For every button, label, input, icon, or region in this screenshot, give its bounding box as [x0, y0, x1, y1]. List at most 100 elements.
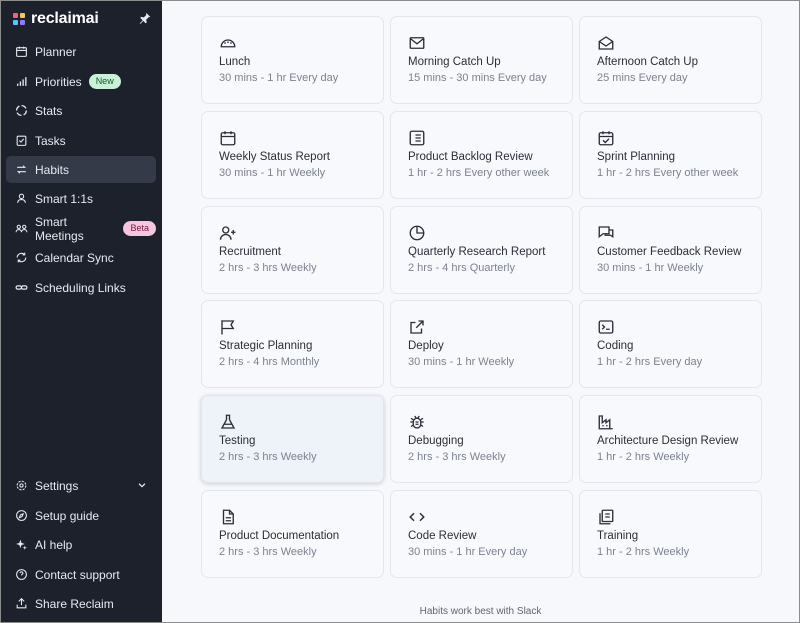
help-circle-icon: [15, 568, 28, 581]
document-icon: [219, 508, 237, 526]
repeat-icon: [15, 163, 28, 176]
habit-templates-grid: Lunch 30 mins - 1 hr Every day Morning C…: [162, 1, 799, 622]
pie-chart-icon: [408, 224, 426, 242]
link-icon: [15, 281, 28, 294]
beta-badge: Beta: [123, 221, 156, 236]
habit-card-deploy[interactable]: Deploy 30 mins - 1 hr Weekly: [390, 300, 573, 388]
sidebar: reclaimai Planner Priorities New Stats T…: [1, 1, 162, 622]
sidebar-item-label: AI help: [35, 537, 73, 552]
sidebar-item-label: Stats: [35, 103, 63, 118]
habit-title: Training: [597, 530, 639, 542]
habit-duration: 2 hrs - 4 hrs Quarterly: [408, 262, 515, 274]
sidebar-item-habits[interactable]: Habits: [6, 156, 156, 183]
habit-title: Product Documentation: [219, 530, 340, 542]
sidebar-item-label: Smart Meetings: [35, 214, 84, 243]
list-icon: [408, 129, 426, 147]
habit-title: Customer Feedback Review: [597, 246, 742, 258]
calendar-icon: [219, 129, 237, 147]
mail-open-icon: [597, 34, 615, 52]
sidebar-item-label: Settings: [35, 478, 79, 493]
sidebar-item-planner[interactable]: Planner: [6, 38, 156, 65]
habit-duration: 30 mins - 1 hr Weekly: [597, 262, 704, 274]
sidebar-item-scheduling-links[interactable]: Scheduling Links: [6, 274, 156, 301]
habit-duration: 15 mins - 30 mins Every day: [408, 72, 547, 84]
bug-icon: [408, 413, 426, 431]
habit-card-testing[interactable]: Testing 2 hrs - 3 hrs Weekly: [201, 395, 384, 483]
habit-duration: 1 hr - 2 hrs Every day: [597, 356, 703, 368]
sidebar-item-settings[interactable]: Settings: [6, 472, 156, 499]
calendar-check-icon: [597, 129, 615, 147]
habit-card-debugging[interactable]: Debugging 2 hrs - 3 hrs Weekly: [390, 395, 573, 483]
habit-duration: 2 hrs - 3 hrs Weekly: [408, 451, 506, 463]
sidebar-item-label: Smart 1:1s: [35, 191, 94, 206]
habit-card-sprint-planning[interactable]: Sprint Planning 1 hr - 2 hrs Every other…: [579, 111, 762, 199]
habit-card-coding[interactable]: Coding 1 hr - 2 hrs Every day: [579, 300, 762, 388]
habit-card-code-review[interactable]: Code Review 30 mins - 1 hr Every day: [390, 490, 573, 578]
habit-duration: 30 mins - 1 hr Every day: [219, 72, 339, 84]
mail-icon: [408, 34, 426, 52]
calendar-icon: [15, 45, 28, 58]
habit-title: Deploy: [408, 340, 444, 352]
sidebar-item-label: Habits: [35, 162, 70, 177]
sidebar-item-label: Tasks: [35, 133, 66, 148]
sidebar-item-calendar-sync[interactable]: Calendar Sync: [6, 244, 156, 271]
terminal-icon: [597, 318, 615, 336]
habit-card-morning-catch-up[interactable]: Morning Catch Up 15 mins - 30 mins Every…: [390, 16, 573, 104]
sidebar-item-contact-support[interactable]: Contact support: [6, 561, 156, 588]
habit-card-strategic-planning[interactable]: Strategic Planning 2 hrs - 4 hrs Monthly: [201, 300, 384, 388]
habit-card-lunch[interactable]: Lunch 30 mins - 1 hr Every day: [201, 16, 384, 104]
habit-card-customer-feedback-review[interactable]: Customer Feedback Review 30 mins - 1 hr …: [579, 206, 762, 294]
habit-title: Testing: [219, 435, 256, 447]
brand-name: reclaimai: [31, 10, 99, 27]
bar-chart-icon: [15, 75, 28, 88]
group-icon: [15, 222, 28, 235]
habit-title: Lunch: [219, 56, 251, 68]
habit-duration: 2 hrs - 4 hrs Monthly: [219, 356, 320, 368]
habit-title: Architecture Design Review: [597, 435, 739, 447]
sidebar-item-stats[interactable]: Stats: [6, 97, 156, 124]
habit-card-training[interactable]: Training 1 hr - 2 hrs Weekly: [579, 490, 762, 578]
habit-title: Debugging: [408, 435, 464, 447]
new-badge: New: [88, 74, 121, 89]
external-link-icon: [408, 318, 426, 336]
brand[interactable]: reclaimai: [13, 10, 152, 28]
habit-duration: 2 hrs - 3 hrs Weekly: [219, 451, 317, 463]
compass-icon: [15, 509, 28, 522]
sidebar-item-share-reclaim[interactable]: Share Reclaim: [6, 590, 156, 617]
sidebar-item-label: Planner: [35, 44, 77, 59]
sidebar-item-priorities[interactable]: Priorities New: [6, 68, 156, 95]
sidebar-item-tasks[interactable]: Tasks: [6, 127, 156, 154]
factory-icon: [597, 413, 615, 431]
sidebar-item-smart-meetings[interactable]: Smart Meetings Beta: [6, 214, 156, 243]
sidebar-item-smart-1-1s[interactable]: Smart 1:1s: [6, 185, 156, 212]
habit-card-weekly-status-report[interactable]: Weekly Status Report 30 mins - 1 hr Week…: [201, 111, 384, 199]
habit-card-architecture-design-review[interactable]: Architecture Design Review 1 hr - 2 hrs …: [579, 395, 762, 483]
habit-title: Afternoon Catch Up: [597, 56, 699, 68]
habit-title: Strategic Planning: [219, 340, 313, 352]
user-plus-icon: [219, 224, 237, 242]
habit-card-afternoon-catch-up[interactable]: Afternoon Catch Up 25 mins Every day: [579, 16, 762, 104]
habit-card-quarterly-research-report[interactable]: Quarterly Research Report 2 hrs - 4 hrs …: [390, 206, 573, 294]
habit-duration: 30 mins - 1 hr Every day: [408, 546, 528, 558]
sidebar-item-label: Setup guide: [35, 508, 100, 523]
sidebar-item-label: Calendar Sync: [35, 250, 114, 265]
sidebar-item-ai-help[interactable]: AI help: [6, 531, 156, 558]
flag-icon: [219, 318, 237, 336]
share-icon: [15, 597, 28, 610]
pin-icon[interactable]: [138, 11, 152, 25]
sparkle-icon: [15, 538, 28, 551]
habit-card-recruitment[interactable]: Recruitment 2 hrs - 3 hrs Weekly: [201, 206, 384, 294]
habit-duration: 30 mins - 1 hr Weekly: [219, 167, 326, 179]
app-window: reclaimai Planner Priorities New Stats T…: [0, 0, 800, 623]
habit-title: Code Review: [408, 530, 477, 542]
code-icon: [408, 508, 426, 526]
sidebar-item-setup-guide[interactable]: Setup guide: [6, 502, 156, 529]
pie-icon: [15, 104, 28, 117]
chevron-down-icon[interactable]: [137, 480, 147, 490]
habit-card-product-documentation[interactable]: Product Documentation 2 hrs - 3 hrs Week…: [201, 490, 384, 578]
sidebar-item-label: Share Reclaim: [35, 596, 114, 611]
habit-card-product-backlog-review[interactable]: Product Backlog Review 1 hr - 2 hrs Ever…: [390, 111, 573, 199]
habit-duration: 1 hr - 2 hrs Every other week: [597, 167, 739, 179]
sidebar-item-label: Scheduling Links: [35, 280, 126, 295]
habit-title: Product Backlog Review: [408, 151, 533, 163]
